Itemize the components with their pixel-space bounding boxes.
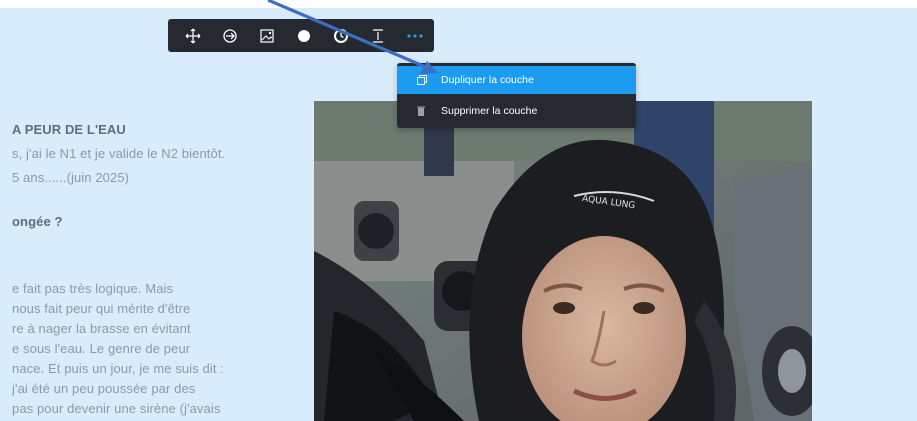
circle-icon[interactable]: [285, 19, 322, 52]
layer-context-menu: Dupliquer la couche Supprimer la couche: [397, 63, 636, 128]
floating-toolbar: [168, 19, 434, 52]
diver-photo-illustration: AQUA LUNG: [314, 101, 812, 421]
trash-icon: [417, 105, 431, 117]
article-heading: ongée ?: [12, 214, 63, 229]
article-line: e fait pas très logique. Mais: [12, 281, 174, 296]
article-line: nous fait peur qui mérite d'être: [12, 301, 191, 316]
delete-layer-item[interactable]: Supprimer la couche: [397, 97, 636, 125]
article-line: 5 ans......(juin 2025): [12, 170, 130, 185]
image-icon[interactable]: [248, 19, 285, 52]
align-icon[interactable]: [359, 19, 396, 52]
article-line: s, j'ai le N1 et je valide le N2 bientôt…: [12, 146, 226, 161]
article-heading: A PEUR DE L'EAU: [12, 122, 126, 137]
rotate-icon[interactable]: [211, 19, 248, 52]
article-line: pas pour devenir une sirène (j'avais: [12, 401, 221, 416]
delete-layer-label: Supprimer la couche: [441, 105, 538, 117]
more-icon[interactable]: [396, 19, 433, 52]
move-icon[interactable]: [174, 19, 211, 52]
diver-photo[interactable]: AQUA LUNG: [314, 101, 812, 421]
article-line: nace. Et puis un jour, je me suis dit :: [12, 361, 225, 376]
article-line: e sous l'eau. Le genre de peur: [12, 341, 191, 356]
duplicate-icon: [417, 74, 431, 86]
clock-icon[interactable]: [322, 19, 359, 52]
duplicate-layer-label: Dupliquer la couche: [441, 74, 534, 86]
article-text-column: A PEUR DE L'EAU s, j'ai le N1 et je vali…: [0, 0, 310, 421]
article-line: j'ai été un peu poussée par des: [12, 381, 196, 396]
duplicate-layer-item[interactable]: Dupliquer la couche: [397, 66, 636, 94]
article-line: re à nager la brasse en évitant: [12, 321, 191, 336]
